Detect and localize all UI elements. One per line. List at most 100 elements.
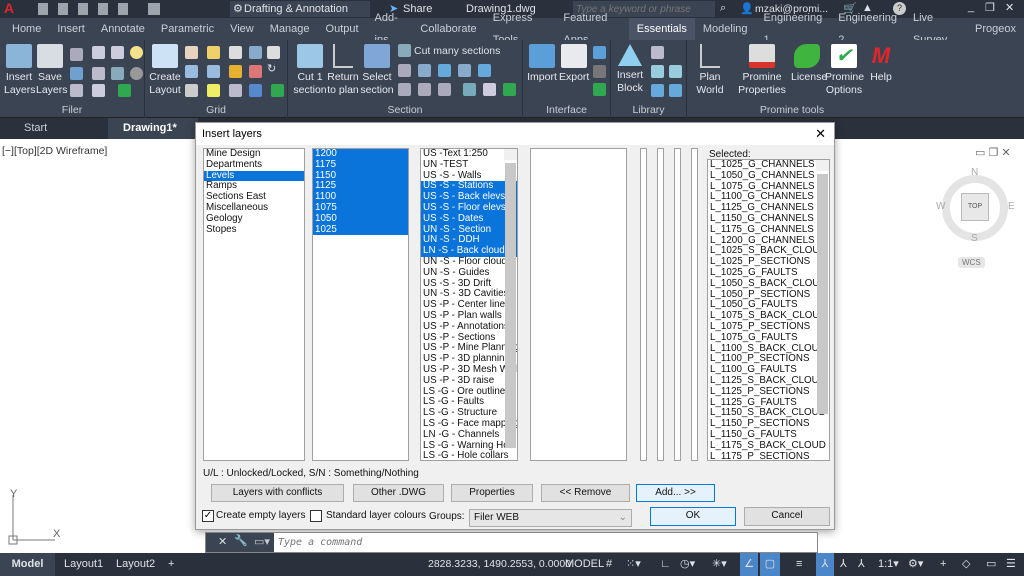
grid-tool-icon[interactable] [229, 84, 242, 97]
list-item[interactable]: L_1175_P_SECTIONS [708, 451, 829, 460]
list-item[interactable]: L_1050_G_CHANNELS [708, 170, 829, 182]
check-icon[interactable] [118, 84, 131, 97]
grid-tool-icon[interactable] [229, 46, 242, 59]
list-item[interactable]: L_1175_G_CHANNELS [708, 224, 829, 236]
cancel-button[interactable]: Cancel [744, 507, 830, 526]
workspace-dropdown[interactable]: Drafting & Annotation [230, 1, 370, 17]
list-item[interactable]: LN -G - Channels [421, 429, 517, 441]
help-button[interactable]: M Help [867, 44, 895, 84]
annotation-visibility-icon[interactable]: ⅄ [816, 553, 834, 576]
grid-tool-icon[interactable] [249, 84, 262, 97]
drawing-tab[interactable]: Drawing1* [108, 118, 198, 139]
section-tool-icon[interactable] [398, 64, 411, 77]
list-item[interactable]: LS -G - Hole collars [421, 451, 517, 460]
close-icon[interactable]: ✕ [1005, 1, 1014, 14]
autocad-logo[interactable]: A [4, 0, 14, 16]
properties-button[interactable]: Properties [451, 484, 533, 502]
workspace-gear-icon[interactable]: ⚙▾ [908, 553, 923, 576]
polar-icon[interactable]: ◷▾ [680, 553, 695, 576]
library-tool-icon[interactable] [651, 46, 664, 59]
disk-icon[interactable] [92, 46, 105, 59]
save-layers-button[interactable]: Save Layers [36, 44, 68, 97]
grid-tool-icon[interactable] [207, 84, 220, 97]
close-icon[interactable]: ✕ [218, 535, 227, 548]
scrollbar-thumb[interactable] [505, 163, 516, 448]
layers-with-conflicts-button[interactable]: Layers with conflicts [211, 484, 344, 502]
tab-essentials[interactable]: Essentials [628, 18, 695, 40]
scrollbar[interactable] [504, 149, 517, 448]
annotation-scale-icon[interactable]: ⅄ [840, 553, 847, 576]
model-space-toggle[interactable]: MODEL [565, 553, 604, 576]
section-tool-icon[interactable] [398, 83, 411, 96]
layout2-tab[interactable]: Layout2 [116, 553, 155, 576]
list-item[interactable]: Stopes [204, 224, 304, 236]
section-tool-icon[interactable] [438, 83, 451, 96]
bulb-off-icon[interactable] [130, 67, 143, 80]
empty-list[interactable] [530, 148, 627, 461]
check-icon[interactable] [593, 83, 606, 96]
list-item[interactable]: 1050 [313, 213, 408, 225]
list-item[interactable]: 1025 [313, 224, 408, 236]
tab-parametric[interactable]: Parametric [153, 18, 222, 40]
refresh-icon[interactable]: ↻ [267, 62, 276, 75]
import-button[interactable]: Import [527, 44, 557, 84]
grid-tool-icon[interactable] [207, 65, 220, 78]
list-item[interactable]: L_1125_P_SECTIONS [708, 386, 829, 398]
list-item[interactable]: US -P - Annotations [421, 321, 517, 333]
section-tool-icon[interactable] [478, 64, 491, 77]
layer-icon[interactable] [92, 67, 105, 80]
tab-modeling[interactable]: Modeling [695, 18, 756, 40]
plan-world-button[interactable]: Plan World [691, 44, 729, 97]
scrollbar-thumb[interactable] [817, 174, 828, 414]
grid-tool-icon[interactable] [229, 65, 242, 78]
return-to-plan-button[interactable]: Return to plan [326, 44, 360, 97]
tab-view[interactable]: View [222, 18, 262, 40]
tab-insert[interactable]: Insert [49, 18, 93, 40]
interface-tool-icon[interactable] [593, 65, 606, 78]
dialog-close-icon[interactable]: ✕ [815, 126, 826, 142]
license-button[interactable]: License [791, 44, 827, 84]
insert-block-button[interactable]: Insert Block [615, 44, 645, 95]
promine-properties-button[interactable]: Promine Properties [737, 44, 787, 97]
tab-collaborate[interactable]: Collaborate [412, 18, 484, 40]
list-item[interactable]: Geology [204, 213, 304, 225]
list-item[interactable]: UN -S - Guides [421, 267, 517, 279]
grid-tool-icon[interactable] [185, 46, 198, 59]
tab-annotate[interactable]: Annotate [93, 18, 153, 40]
osnap-icon[interactable]: ✳▾ [712, 553, 727, 576]
wcs-menu[interactable]: WCS [958, 257, 985, 268]
list-item[interactable]: L_1175_S_BACK_CLOUD [708, 440, 829, 452]
groups-select[interactable]: Filer WEB ⌄ [469, 509, 632, 527]
tab-progeox[interactable]: Progeox [967, 18, 1024, 40]
search-icon[interactable]: ⌕ [720, 2, 726, 15]
disk-icon[interactable] [111, 46, 124, 59]
snap-icon[interactable]: ⁙▾ [626, 553, 641, 576]
annotation-autoscale-icon[interactable]: ⅄ [858, 553, 865, 576]
standard-layer-colours-checkbox[interactable] [310, 510, 322, 522]
add-layout-button[interactable]: + [168, 553, 174, 576]
viewcube[interactable]: TOP N S W E WCS [930, 165, 1020, 275]
section-tool-icon[interactable] [418, 83, 431, 96]
fullscreen-icon[interactable]: ▭ [986, 553, 996, 576]
lineweight-icon[interactable]: ≡ [796, 553, 802, 576]
grid-tool-icon[interactable] [249, 65, 262, 78]
tab-output[interactable]: Output [318, 18, 367, 40]
quick-access-icons[interactable] [38, 3, 218, 15]
grid-tool-icon[interactable] [267, 46, 280, 59]
layer-list[interactable]: US -Text 1:250 UN -TEST US -S - Walls US -S… [420, 148, 518, 461]
create-layout-button[interactable]: Create Layout [148, 44, 182, 97]
ok-button[interactable]: OK [650, 507, 736, 526]
model-tab[interactable]: Model [0, 553, 55, 576]
grid-tool-icon[interactable] [249, 46, 262, 59]
grid-tool-icon[interactable] [207, 46, 220, 59]
library-tool-icon[interactable] [651, 65, 664, 78]
insert-layers-button[interactable]: Insert Layers [4, 44, 36, 97]
command-history-icon[interactable]: ▭▾ [254, 535, 270, 548]
level-list[interactable]: 1200 1175 1150 1125 1100 1075 1050 1025 [312, 148, 409, 461]
customization-menu-icon[interactable]: ☰ [1006, 553, 1016, 576]
section-tool-icon[interactable] [458, 64, 471, 77]
check-icon[interactable] [503, 83, 516, 96]
isolate-objects-icon[interactable]: ◇ [962, 553, 970, 576]
library-tool-icon[interactable] [669, 65, 682, 78]
selection-cycling-icon[interactable]: ▢ [760, 553, 780, 576]
